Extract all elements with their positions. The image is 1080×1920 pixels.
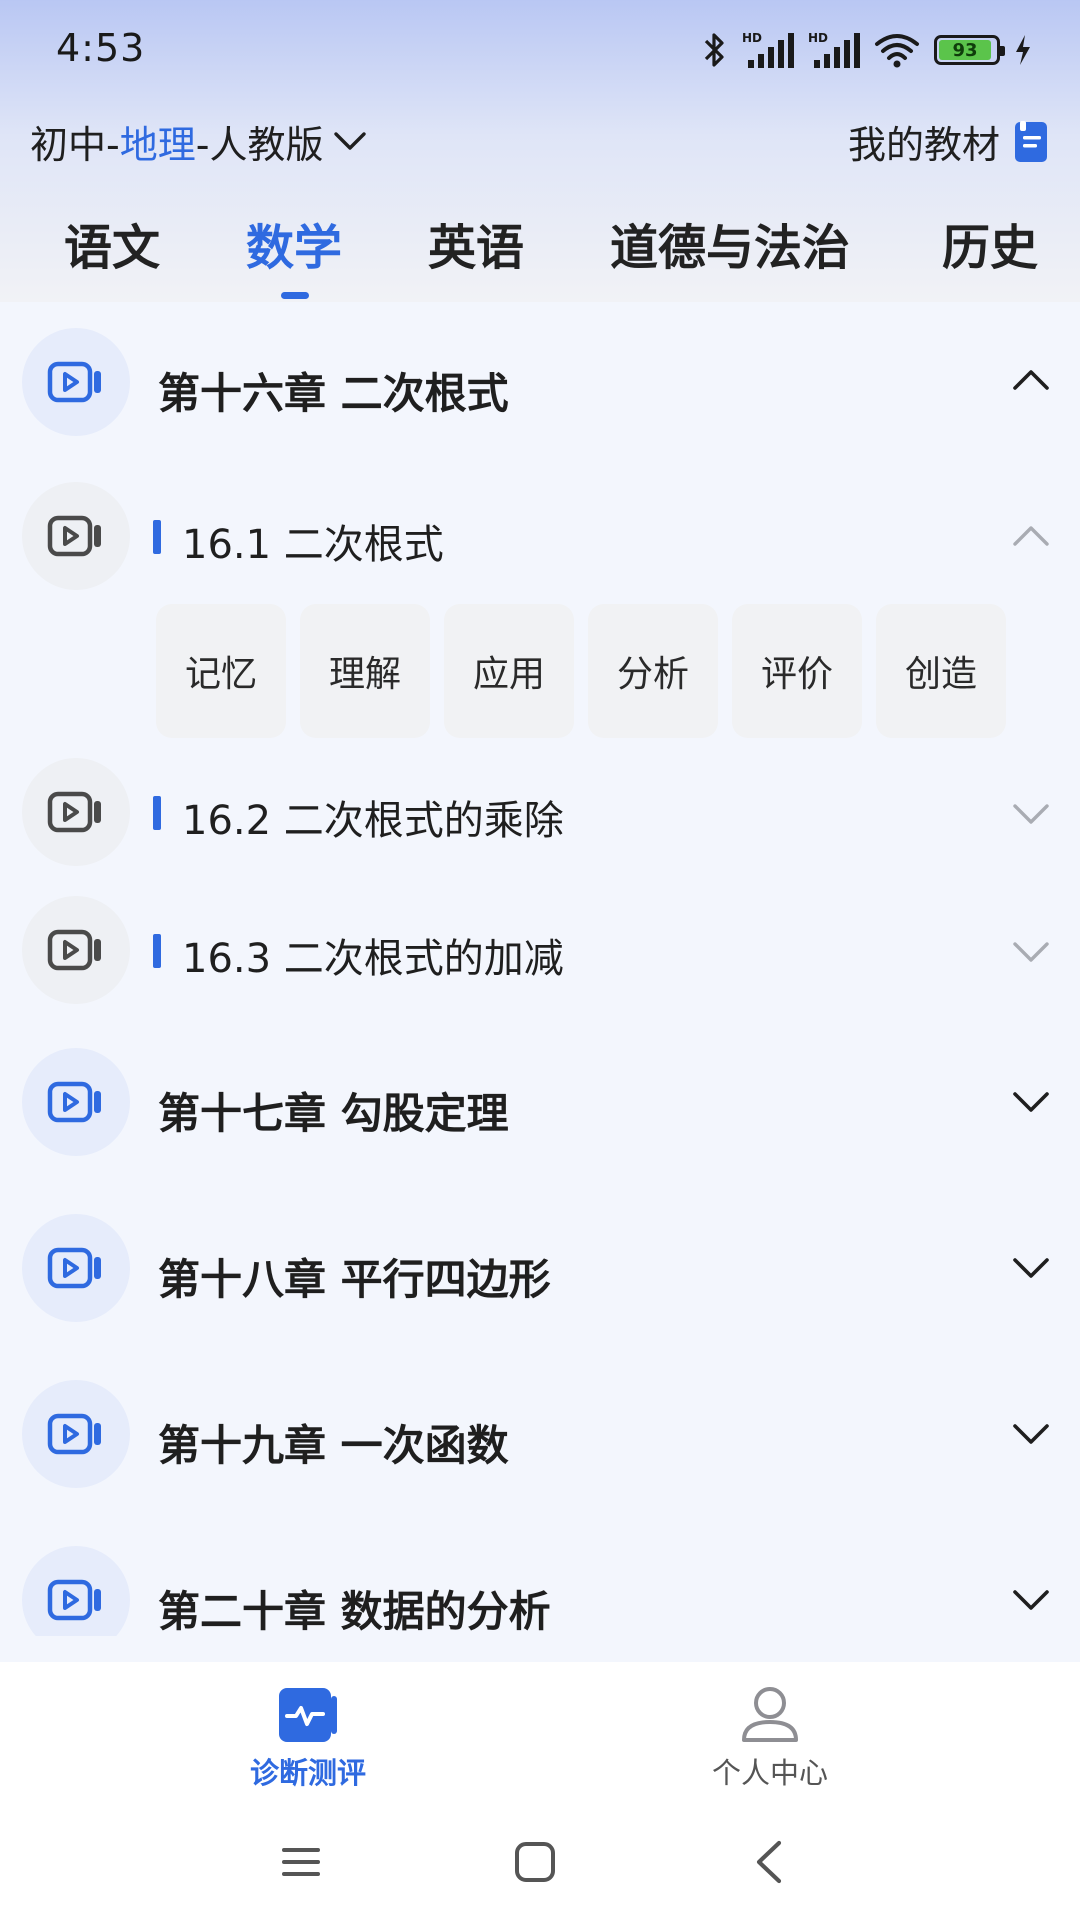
chevron-down-icon[interactable] (1012, 940, 1050, 964)
system-nav (0, 1810, 1080, 1920)
video-icon-container (22, 1546, 130, 1636)
chapter-row[interactable]: 第二十章 数据的分析 (0, 1546, 1080, 1636)
video-icon (47, 1081, 101, 1123)
level-tag-evaluate[interactable]: 评价 (732, 604, 862, 738)
nav-profile[interactable]: 个人中心 (660, 1684, 880, 1792)
cognitive-level-tags: 记忆 理解 应用 分析 评价 创造 (156, 604, 1006, 738)
menu-icon[interactable] (280, 1840, 322, 1884)
subject-tabs: 语文 数学 英语 道德与法治 历史 (0, 196, 1080, 302)
section-title: 16.3 二次根式的加减 (182, 936, 564, 982)
section-marker (153, 520, 161, 554)
tab-english[interactable]: 英语 (428, 208, 524, 278)
svg-text:HD: HD (808, 31, 828, 45)
tab-morality-law[interactable]: 道德与法治 (610, 208, 850, 278)
video-icon-container (22, 1048, 130, 1156)
tab-chinese[interactable]: 语文 (64, 208, 160, 278)
status-icons: HD HD 93 (702, 28, 1032, 72)
book-icon (1015, 120, 1047, 162)
video-icon-container (22, 482, 130, 590)
signal-hd-2-icon: HD (808, 31, 860, 68)
level-tag-analyze[interactable]: 分析 (588, 604, 718, 738)
chevron-down-icon[interactable] (1012, 802, 1050, 826)
chapter-row[interactable]: 第十九章 一次函数 (0, 1380, 1080, 1490)
signal-hd-icon: HD (742, 31, 794, 68)
tab-history[interactable]: 历史 (942, 208, 1038, 278)
video-icon (47, 361, 101, 403)
video-icon-container (22, 1214, 130, 1322)
section-row[interactable]: 16.2 二次根式的乘除 (0, 758, 1080, 868)
selector-prefix: 初中- (30, 123, 120, 167)
chapter-title: 第二十章 数据的分析 (158, 1587, 551, 1636)
chapter-list[interactable]: 第十六章 二次根式 16.1 二次根式 记忆 理解 应用 分析 评价 创造 16… (0, 302, 1080, 1636)
bluetooth-icon (704, 33, 724, 67)
selector-suffix: -人教版 (195, 123, 324, 167)
tab-math[interactable]: 数学 (246, 208, 342, 278)
charging-icon (1016, 35, 1030, 65)
nav-diagnosis[interactable]: 诊断测评 (198, 1684, 418, 1792)
chevron-down-icon[interactable] (1012, 1422, 1050, 1446)
chapter-row[interactable]: 第十六章 二次根式 (0, 328, 1080, 438)
chevron-up-icon[interactable] (1012, 524, 1050, 548)
selector-subject: 地理 (119, 123, 196, 167)
nav-label: 诊断测评 (249, 1756, 366, 1790)
section-row[interactable]: 16.3 二次根式的加减 (0, 896, 1080, 1006)
chevron-down-icon[interactable] (1012, 1090, 1050, 1114)
section-row[interactable]: 16.1 二次根式 (0, 482, 1080, 592)
header: 初中- 地理 -人教版 我的教材 (0, 108, 1080, 176)
person-icon (742, 1687, 798, 1742)
my-textbook-label: 我的教材 (847, 123, 1000, 167)
chevron-down-icon (334, 131, 367, 150)
chapter-row[interactable]: 第十七章 勾股定理 (0, 1048, 1080, 1158)
my-textbook-button[interactable]: 我的教材 (848, 114, 1050, 169)
chapter-title: 第十八章 平行四边形 (158, 1255, 551, 1304)
chapter-title: 第十九章 一次函数 (158, 1421, 509, 1470)
section-title: 16.1 二次根式 (182, 522, 444, 568)
video-icon-container (22, 758, 130, 866)
chapter-title: 第十七章 勾股定理 (158, 1089, 509, 1138)
back-icon[interactable] (754, 1840, 784, 1884)
video-icon (47, 1579, 101, 1621)
level-tag-remember[interactable]: 记忆 (156, 604, 286, 738)
section-title: 16.2 二次根式的乘除 (182, 798, 564, 844)
status-time: 4:53 (56, 26, 146, 70)
video-icon (47, 791, 101, 833)
nav-label: 个人中心 (711, 1756, 828, 1790)
wifi-icon (875, 34, 919, 68)
chevron-down-icon[interactable] (1012, 1588, 1050, 1612)
chapter-row[interactable]: 第十八章 平行四边形 (0, 1214, 1080, 1324)
chapter-title: 第十六章 二次根式 (158, 369, 509, 418)
section-marker (153, 796, 161, 830)
battery-icon: 93 (934, 35, 1005, 65)
textbook-selector[interactable]: 初中- 地理 -人教版 (30, 114, 367, 169)
level-tag-create[interactable]: 创造 (876, 604, 1006, 738)
chevron-up-icon[interactable] (1012, 368, 1050, 392)
video-icon-container (22, 328, 130, 436)
battery-level: 93 (939, 40, 992, 61)
video-icon (47, 515, 101, 557)
diagnosis-icon (279, 1688, 337, 1742)
bottom-nav: 诊断测评 个人中心 (0, 1662, 1080, 1810)
video-icon (47, 929, 101, 971)
level-tag-understand[interactable]: 理解 (300, 604, 430, 738)
status-bar: 4:53 HD HD 93 (0, 0, 1080, 100)
home-icon[interactable] (514, 1840, 556, 1884)
video-icon-container (22, 1380, 130, 1488)
chevron-down-icon[interactable] (1012, 1256, 1050, 1280)
svg-text:HD: HD (742, 31, 762, 45)
level-tag-apply[interactable]: 应用 (444, 604, 574, 738)
video-icon (47, 1413, 101, 1455)
section-marker (153, 934, 161, 968)
video-icon-container (22, 896, 130, 1004)
tab-active-indicator (281, 292, 309, 299)
video-icon (47, 1247, 101, 1289)
